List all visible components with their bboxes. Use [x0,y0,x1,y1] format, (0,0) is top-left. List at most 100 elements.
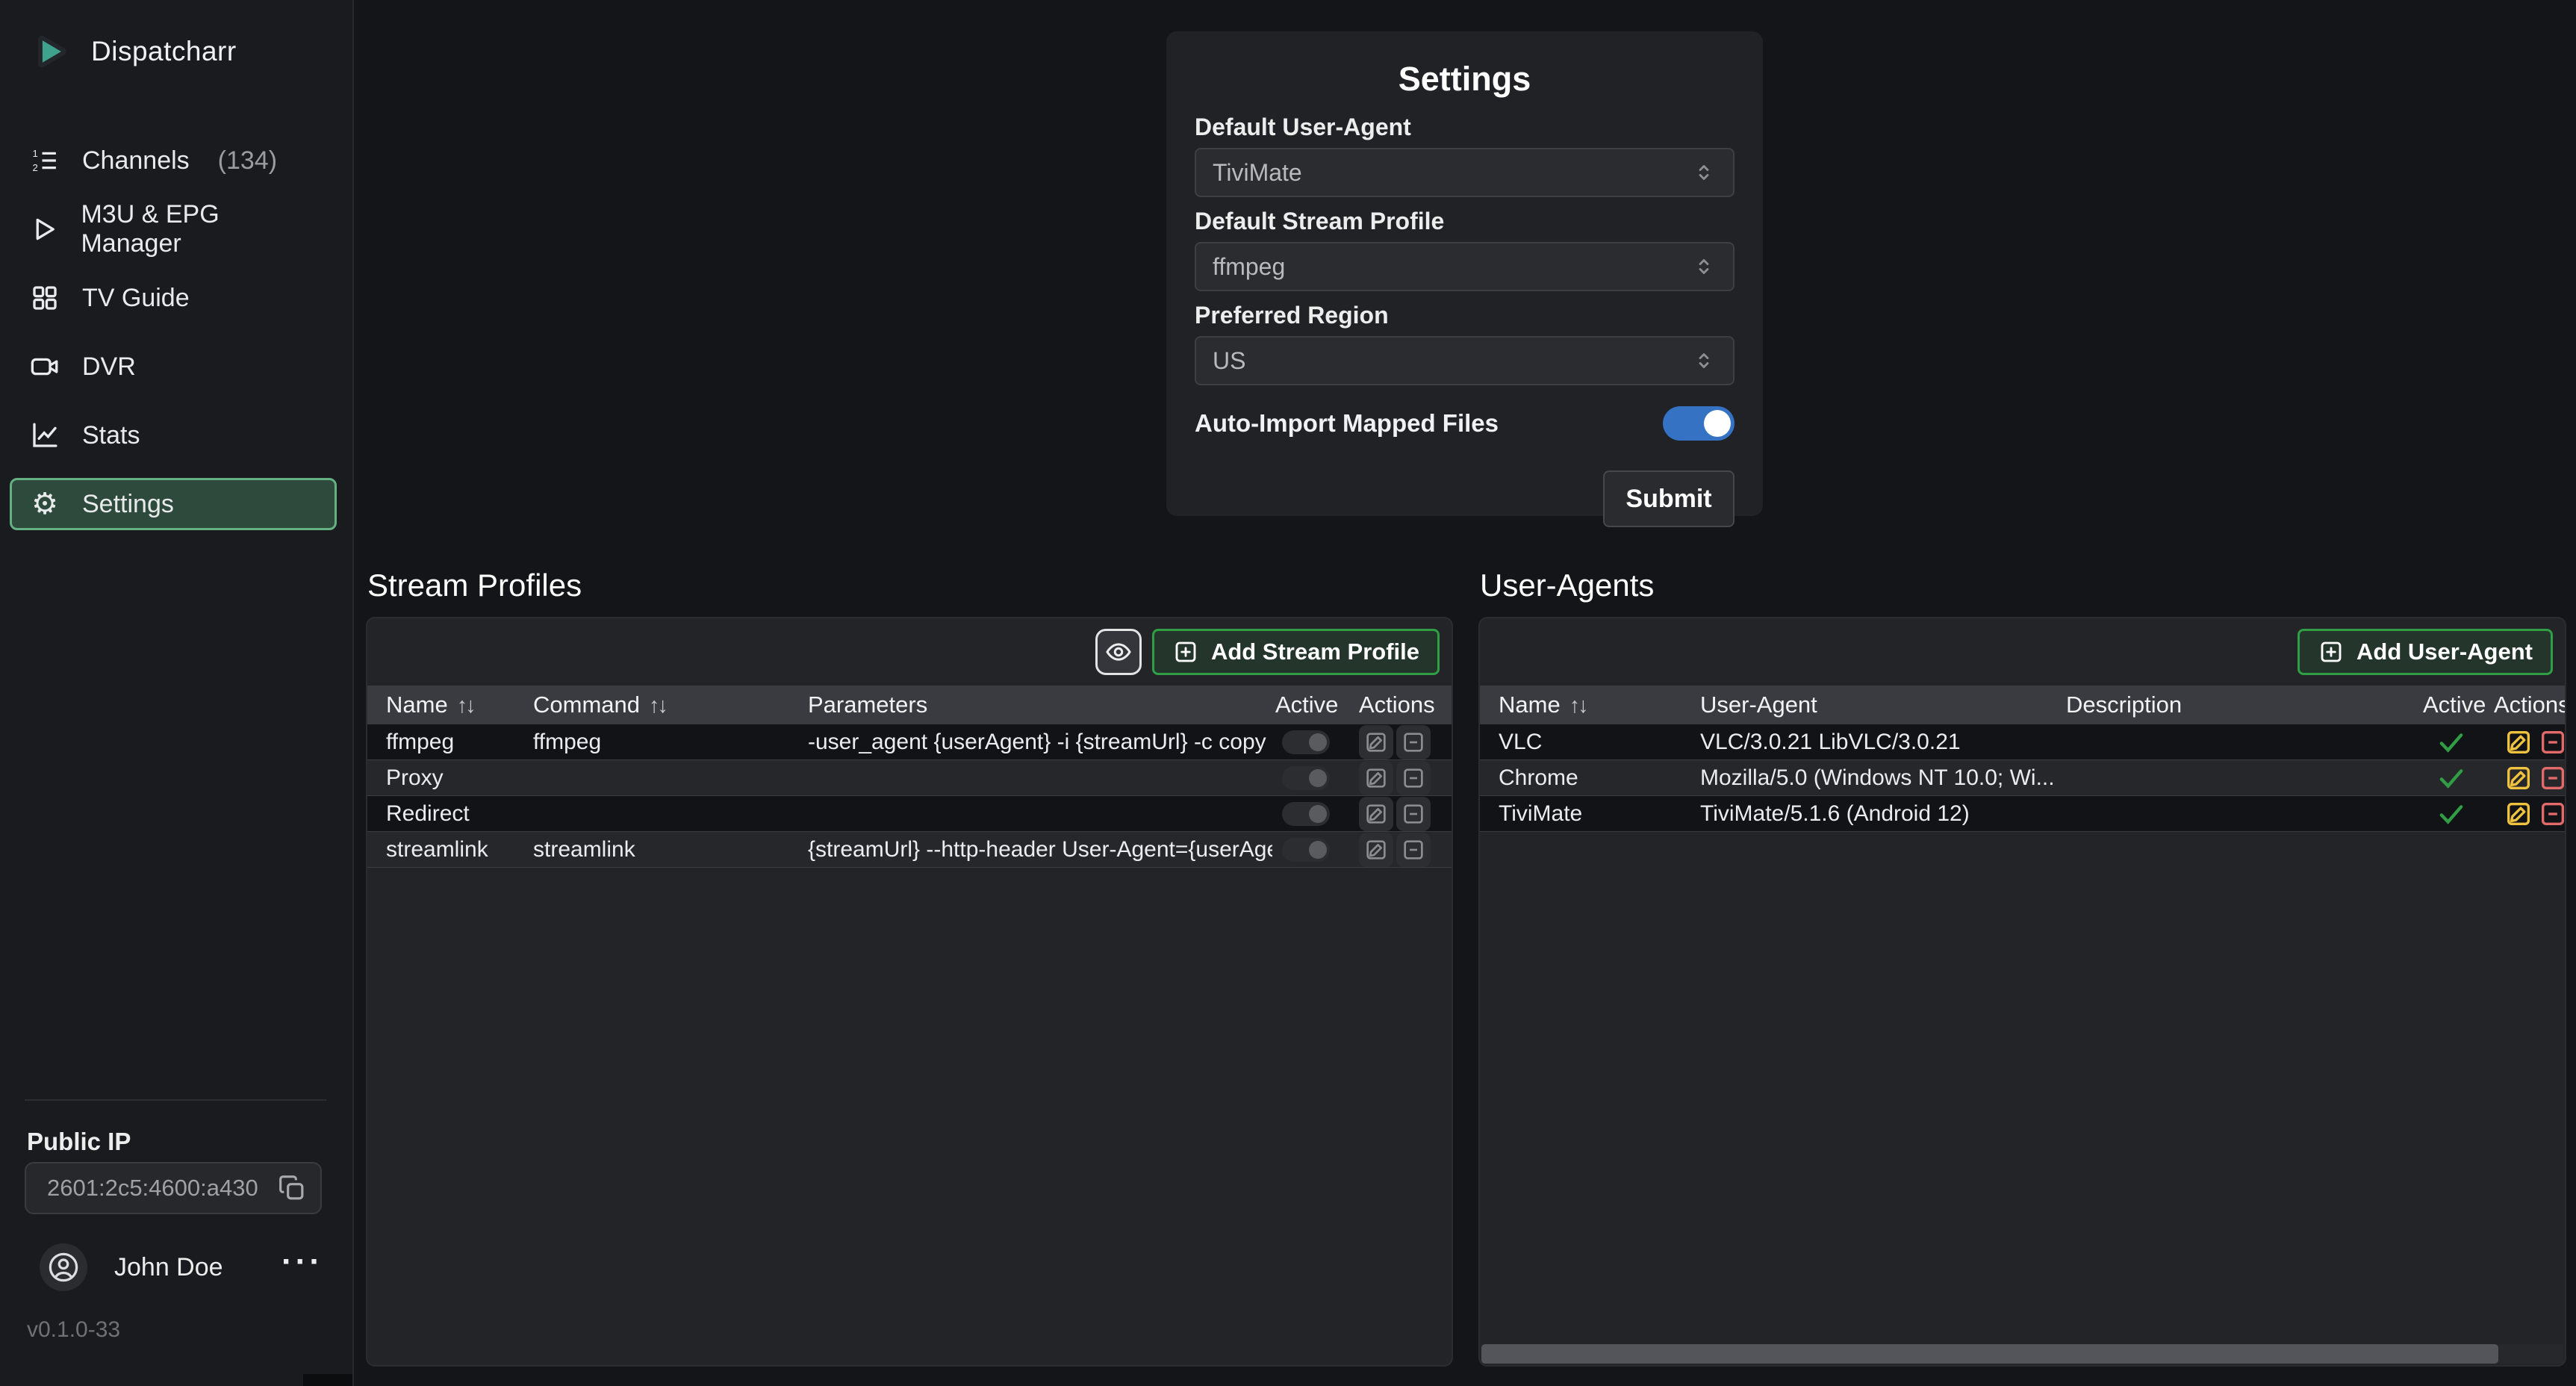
edit-button[interactable] [2504,799,2533,829]
video-camera-icon [28,351,61,382]
user-agent-name: VLC [1499,730,1689,755]
stream-profiles-title: Stream Profiles [367,568,582,603]
auto-import-toggle[interactable] [1663,406,1735,441]
profile-name: ffmpeg [386,730,524,755]
sidebar-item-label: DVR [82,352,136,382]
user-agents-toolbar: Add User-Agent [1480,618,2565,686]
app-logo: Dispatcharr [0,0,352,73]
plus-square-icon [1172,638,1199,665]
add-stream-profile-label: Add Stream Profile [1211,638,1419,665]
column-header-parameters: Parameters [808,692,927,718]
remove-button[interactable] [2538,799,2566,829]
sidebar-item-label: M3U & EPG Manager [81,200,318,258]
horizontal-scrollbar-thumb[interactable] [1481,1344,2498,1364]
active-toggle[interactable] [1282,802,1330,826]
public-ip-value: 2601:2c5:4600:a430 [47,1175,277,1202]
public-ip-label: Public IP [27,1128,131,1156]
edit-button[interactable] [1359,761,1393,795]
user-agent-name: TiviMate [1499,801,1689,827]
edit-button[interactable] [1359,797,1393,831]
edit-button[interactable] [2504,727,2533,757]
table-row: Proxy [367,760,1452,796]
remove-button[interactable] [1396,725,1431,759]
default-stream-profile-value: ffmpeg [1213,253,1285,281]
active-toggle[interactable] [1282,730,1330,754]
default-stream-profile-label: Default Stream Profile [1195,208,1735,235]
default-user-agent-value: TiviMate [1213,159,1302,187]
settings-title: Settings [1195,60,1735,99]
gear-icon: ⚙ [28,489,61,519]
default-stream-profile-select[interactable]: ffmpeg [1195,242,1735,291]
column-header-command[interactable]: Command↑↓ [533,692,666,718]
sidebar-item-label: Stats [82,421,140,450]
app-version: v0.1.0-33 [27,1317,120,1343]
preferred-region-select[interactable]: US [1195,336,1735,385]
sidebar: Dispatcharr 1 2 Channels (134) M3U & EPG… [0,0,354,1386]
grid-icon [28,282,61,314]
horizontal-scrollbar [1481,1344,2563,1364]
stream-profiles-panel: Add Stream Profile Name↑↓ Command↑↓ Para… [366,617,1453,1367]
remove-button[interactable] [2538,727,2566,757]
default-user-agent-select[interactable]: TiviMate [1195,148,1735,197]
sidebar-item-channels[interactable]: 1 2 Channels (134) [10,134,337,187]
add-user-agent-button[interactable]: Add User-Agent [2297,629,2553,675]
profile-command: ffmpeg [533,730,794,755]
sidebar-item-label: TV Guide [82,284,190,313]
toggle-knob [1309,841,1327,859]
table-row: ffmpeg ffmpeg -user_agent {userAgent} -i… [367,724,1452,760]
profile-name: Proxy [386,765,524,791]
toggle-knob [1704,410,1731,437]
profile-parameters: -user_agent {userAgent} -i {streamUrl} -… [808,730,1272,755]
sidebar-item-label: Settings [82,490,174,519]
column-header-active: Active [1275,692,1338,718]
profile-parameters: {streamUrl} --http-header User-Agent={us… [808,837,1272,863]
active-toggle[interactable] [1282,766,1330,790]
user-menu-dots-icon[interactable]: ··· [281,1262,323,1272]
user-agent-string: TiviMate/5.1.6 (Android 12) [1700,801,2057,827]
sidebar-item-settings[interactable]: ⚙ Settings [10,478,337,530]
sidebar-item-m3u-epg-manager[interactable]: M3U & EPG Manager [10,203,337,255]
remove-button[interactable] [1396,833,1431,867]
user-agents-panel: Add User-Agent Name↑↓ User-Agent Descrip… [1478,617,2566,1367]
auto-import-label: Auto-Import Mapped Files [1195,409,1499,438]
play-outline-icon [28,214,60,245]
remove-button[interactable] [1396,797,1431,831]
edit-button[interactable] [1359,725,1393,759]
sidebar-item-dvr[interactable]: DVR [10,341,337,393]
remove-button[interactable] [1396,761,1431,795]
table-row: streamlink streamlink {streamUrl} --http… [367,832,1452,868]
sidebar-item-tv-guide[interactable]: TV Guide [10,272,337,324]
eye-icon-button[interactable] [1095,629,1142,675]
table-row: Redirect [367,796,1452,832]
default-user-agent-label: Default User-Agent [1195,114,1735,141]
sidebar-scroll-corner [303,1374,352,1386]
app-title: Dispatcharr [91,36,237,67]
copy-icon[interactable] [277,1173,307,1203]
submit-button[interactable]: Submit [1603,470,1735,527]
add-stream-profile-button[interactable]: Add Stream Profile [1152,629,1440,675]
column-header-user-agent: User-Agent [1700,692,1817,718]
profile-command: streamlink [533,837,794,863]
table-row: Chrome Mozilla/5.0 (Windows NT 10.0; Wi.… [1480,760,2565,796]
list-numbered-icon: 1 2 [28,145,61,176]
column-header-name[interactable]: Name↑↓ [386,692,474,718]
sort-icon: ↑↓ [1569,694,1587,718]
active-toggle[interactable] [1282,838,1330,862]
public-ip-box: 2601:2c5:4600:a430 [25,1162,322,1214]
sort-icon: ↑↓ [649,694,666,718]
edit-button[interactable] [2504,763,2533,793]
preferred-region-label: Preferred Region [1195,302,1735,329]
app-logo-icon [30,30,73,73]
profile-name: streamlink [386,837,524,863]
sidebar-item-stats[interactable]: Stats [10,409,337,462]
toggle-knob [1309,769,1327,787]
toggle-knob [1309,733,1327,751]
user-agent-string: Mozilla/5.0 (Windows NT 10.0; Wi... [1700,765,2057,791]
user-agents-title: User-Agents [1480,568,1654,603]
remove-button[interactable] [2538,763,2566,793]
sort-icon: ↑↓ [457,694,474,718]
user-menu[interactable]: John Doe ··· [40,1243,323,1292]
user-agents-header: Name↑↓ User-Agent Description Active Act… [1480,686,2565,724]
column-header-name[interactable]: Name↑↓ [1499,692,1587,718]
edit-button[interactable] [1359,833,1393,867]
